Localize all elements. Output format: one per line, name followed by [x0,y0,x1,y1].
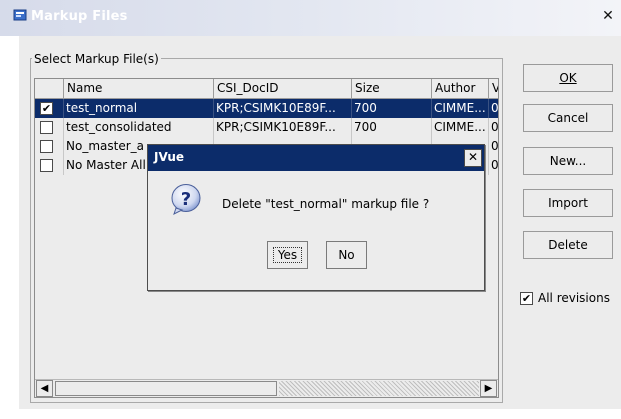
column-header-check[interactable] [35,79,64,99]
cell-size: 700 [352,99,432,118]
new-button-label: New... [549,154,587,168]
title-bar[interactable]: Markup Files ✕ [0,0,621,36]
row-check-cell: ✔ [35,99,64,118]
scrollbar-thumb[interactable] [55,381,277,396]
question-icon: ? [171,184,201,215]
dialog-title: JVue [154,150,185,164]
dialog-close-button[interactable]: ✕ [464,149,482,167]
row-checkbox[interactable]: ✔ [40,102,53,115]
all-revisions-checkbox[interactable]: ✔ [520,292,533,305]
row-checkbox[interactable] [40,121,53,134]
new-button[interactable]: New... [523,147,613,175]
app-icon [13,9,27,21]
table-row[interactable]: ✔ test_normal KPR;CSIMK10E89F... 700 CIM… [35,99,498,118]
cell-v: 0 [489,156,498,175]
cell-v: 0 [489,99,498,118]
dialog-message: Delete "test_normal" markup file ? [222,197,430,211]
column-header-v[interactable]: V [489,79,498,99]
column-header-size[interactable]: Size [352,79,432,99]
markup-files-window: Markup Files ✕ Select Markup File(s) Nam… [0,0,621,419]
no-button-label: No [338,248,355,262]
ok-button[interactable]: OK [523,64,613,92]
window-close-button[interactable]: ✕ [600,9,616,25]
cell-name: test_normal [64,99,214,118]
horizontal-scrollbar[interactable]: ◀ ▶ [35,379,498,397]
cell-v: 0 [489,118,498,137]
no-button[interactable]: No [326,241,367,269]
cell-author: CIMME... [432,118,489,137]
dialog-title-bar[interactable]: JVue ✕ [148,145,484,171]
cell-size: 700 [352,118,432,137]
row-checkbox[interactable] [40,159,53,172]
column-header-docid[interactable]: CSI_DocID [214,79,352,99]
row-check-cell [35,156,64,175]
ok-button-label: OK [559,71,577,85]
column-header-author[interactable]: Author [432,79,489,99]
yes-button-label: Yes [272,247,303,263]
confirm-delete-dialog: JVue ✕ ? Delete "test_normal" markup fil… [147,144,485,291]
row-checkbox[interactable] [40,140,53,153]
scroll-left-icon[interactable]: ◀ [36,380,53,397]
cell-docid: KPR;CSIMK10E89F... [214,99,352,118]
cell-name: test_consolidated [64,118,214,137]
cell-v: 0 [489,137,498,156]
svg-text:?: ? [181,189,191,210]
row-check-cell [35,137,64,156]
row-check-cell [35,118,64,137]
cell-author: CIMME... [432,99,489,118]
cell-docid: KPR;CSIMK10E89F... [214,118,352,137]
yes-button[interactable]: Yes [267,241,308,269]
cancel-button-label: Cancel [547,111,589,125]
all-revisions-label: All revisions [538,291,610,305]
delete-button-label: Delete [548,238,588,252]
import-button[interactable]: Import [523,189,613,217]
window-title: Markup Files [31,9,128,24]
scrollbar-track[interactable] [279,381,479,396]
delete-button[interactable]: Delete [523,231,613,259]
import-button-label: Import [548,196,588,210]
column-header-name[interactable]: Name [64,79,214,99]
table-row[interactable]: test_consolidated KPR;CSIMK10E89F... 700… [35,118,498,137]
group-legend: Select Markup File(s) [32,52,161,66]
scroll-right-icon[interactable]: ▶ [480,380,497,397]
cancel-button[interactable]: Cancel [523,104,613,132]
